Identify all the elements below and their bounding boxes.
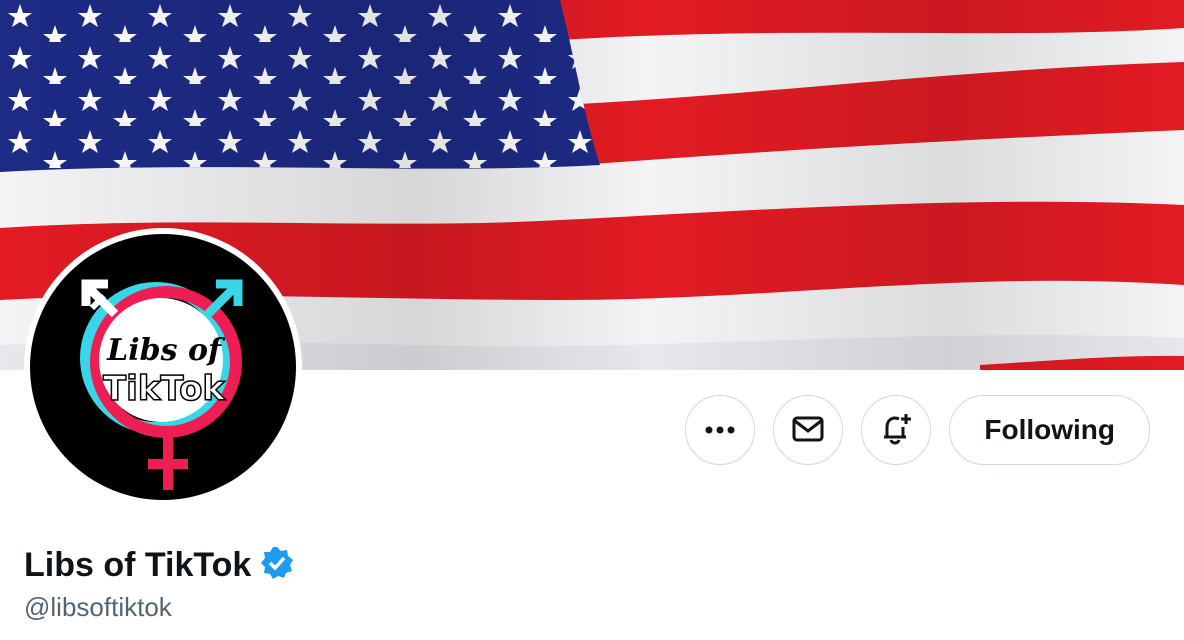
more-button[interactable]	[685, 395, 756, 465]
following-button[interactable]: Following	[949, 395, 1150, 465]
profile-name-row: Libs of TikTok	[24, 545, 295, 586]
display-name: Libs of TikTok	[24, 546, 252, 584]
profile-avatar[interactable]: Libs of TikTok	[24, 228, 302, 506]
avatar-text-line1: Libs of	[106, 333, 226, 368]
bell-plus-icon	[879, 412, 913, 449]
avatar-image: Libs of TikTok	[30, 234, 296, 500]
notify-button[interactable]	[861, 395, 932, 465]
verified-badge-icon[interactable]	[259, 545, 295, 586]
more-dots-icon	[704, 423, 736, 438]
envelope-icon	[792, 416, 824, 445]
message-button[interactable]	[773, 395, 844, 465]
profile-handle: @libsoftiktok	[24, 592, 172, 622]
avatar-text-line2: TikTok	[103, 369, 226, 409]
profile-action-bar: Following	[685, 395, 1150, 465]
